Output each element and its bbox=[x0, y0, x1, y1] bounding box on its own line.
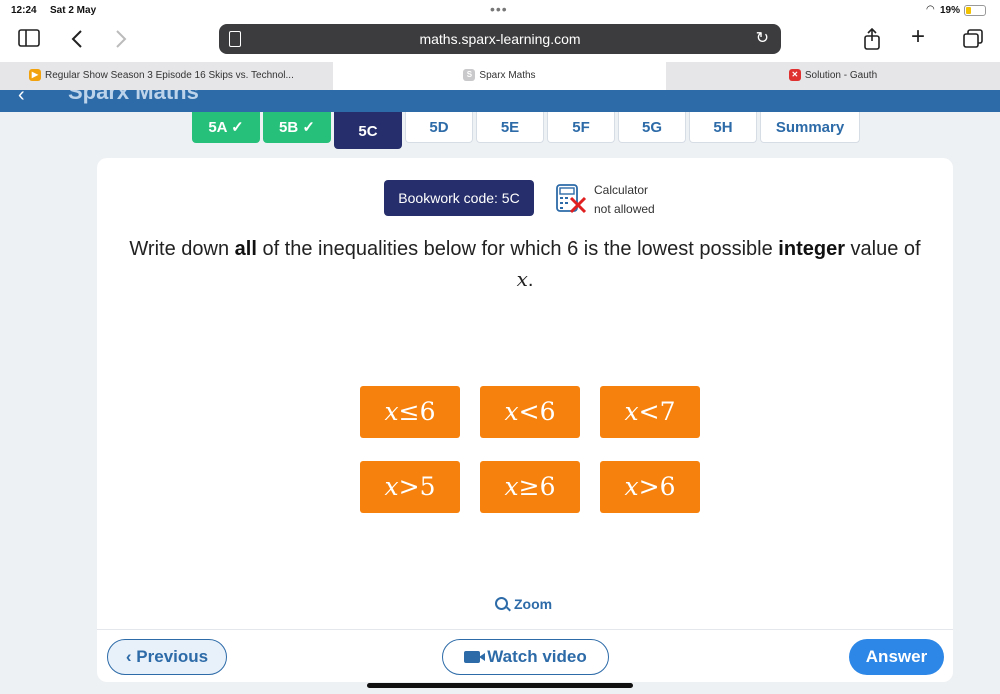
zoom-button[interactable]: Zoom bbox=[495, 596, 552, 612]
battery-icon bbox=[964, 5, 986, 16]
app-brand: Sparx Maths bbox=[68, 90, 199, 104]
video-camera-icon bbox=[464, 651, 486, 663]
app-header: ‹ Sparx Maths bbox=[0, 90, 1000, 112]
task-tab-5d[interactable]: 5D bbox=[405, 112, 473, 143]
sparx-favicon-icon: S bbox=[463, 69, 476, 82]
tab-sparx-maths[interactable]: S Sparx Maths bbox=[333, 62, 666, 90]
youtube-favicon-icon: ▶ bbox=[29, 69, 41, 82]
tab-strip: ▶ Regular Show Season 3 Episode 16 Skips … bbox=[0, 62, 1000, 90]
task-tab-5e[interactable]: 5E bbox=[476, 112, 544, 143]
back-icon[interactable] bbox=[70, 29, 84, 53]
option-x-lt-6[interactable]: x<6 bbox=[480, 386, 580, 438]
task-tab-5c[interactable]: 5C bbox=[334, 112, 402, 149]
bookwork-code: Bookwork code: 5C bbox=[384, 180, 534, 216]
task-tab-5a[interactable]: 5A ✓ bbox=[192, 112, 260, 143]
address-bar[interactable]: maths.sparx-learning.com ↻ bbox=[219, 24, 781, 54]
task-tab-summary[interactable]: Summary bbox=[760, 112, 860, 143]
browser-toolbar: maths.sparx-learning.com ↻ + bbox=[0, 22, 1000, 62]
calculator-not-allowed-icon bbox=[555, 182, 589, 216]
calculator-status: Calculator not allowed bbox=[594, 183, 655, 216]
option-x-gt-5[interactable]: x>5 bbox=[360, 461, 460, 513]
task-tab-5g[interactable]: 5G bbox=[618, 112, 686, 143]
tab-title: Regular Show Season 3 Episode 16 Skips v… bbox=[45, 70, 294, 81]
option-x-le-6[interactable]: x≤6 bbox=[360, 386, 460, 438]
home-indicator[interactable] bbox=[367, 683, 633, 688]
task-tab-5f[interactable]: 5F bbox=[547, 112, 615, 143]
tab-regular-show[interactable]: ▶ Regular Show Season 3 Episode 16 Skips … bbox=[0, 62, 333, 90]
wifi-icon: ◠ bbox=[926, 4, 935, 15]
url-text: maths.sparx-learning.com bbox=[419, 31, 581, 47]
chevron-left-icon: ‹ bbox=[125, 647, 137, 666]
zoom-icon bbox=[495, 597, 508, 610]
tab-title: Solution - Gauth bbox=[804, 70, 878, 81]
tab-title: Sparx Maths bbox=[479, 70, 536, 81]
multitask-dots-icon[interactable]: ••• bbox=[490, 1, 508, 17]
task-tab-5h[interactable]: 5H bbox=[689, 112, 757, 143]
tabs-overview-icon[interactable] bbox=[962, 29, 984, 53]
tab-gauth[interactable]: ✕ Solution - Gauth bbox=[666, 62, 1000, 90]
check-icon: ✓ bbox=[231, 119, 244, 136]
option-x-gt-6[interactable]: x>6 bbox=[600, 461, 700, 513]
question-card: Bookwork code: 5C Calculator not allowed… bbox=[97, 158, 953, 682]
sidebar-icon[interactable] bbox=[18, 29, 40, 51]
watch-video-button[interactable]: Watch video bbox=[442, 639, 609, 675]
question-text: Write down all of the inequalities below… bbox=[129, 238, 921, 291]
battery-percent: 19% bbox=[940, 5, 961, 16]
reload-icon[interactable]: ↻ bbox=[756, 24, 769, 54]
app-back-icon[interactable]: ‹ bbox=[18, 90, 25, 107]
check-icon: ✓ bbox=[302, 119, 315, 136]
new-tab-icon[interactable]: + bbox=[911, 25, 925, 49]
page-settings-icon[interactable] bbox=[229, 31, 241, 47]
answer-button[interactable]: Answer bbox=[849, 639, 944, 675]
divider bbox=[97, 629, 953, 630]
previous-button[interactable]: ‹ Previous bbox=[107, 639, 227, 675]
forward-icon[interactable] bbox=[114, 29, 128, 53]
option-x-ge-6[interactable]: x≥6 bbox=[480, 461, 580, 513]
status-time: 12:24 bbox=[11, 5, 37, 16]
status-date: Sat 2 May bbox=[50, 5, 97, 16]
status-bar: 12:24 Sat 2 May ••• ◠ 19% bbox=[0, 0, 1000, 22]
gauth-favicon-icon: ✕ bbox=[788, 69, 801, 82]
task-tab-5b[interactable]: 5B ✓ bbox=[263, 112, 331, 143]
share-icon[interactable] bbox=[863, 27, 881, 54]
option-x-lt-7[interactable]: x<7 bbox=[600, 386, 700, 438]
